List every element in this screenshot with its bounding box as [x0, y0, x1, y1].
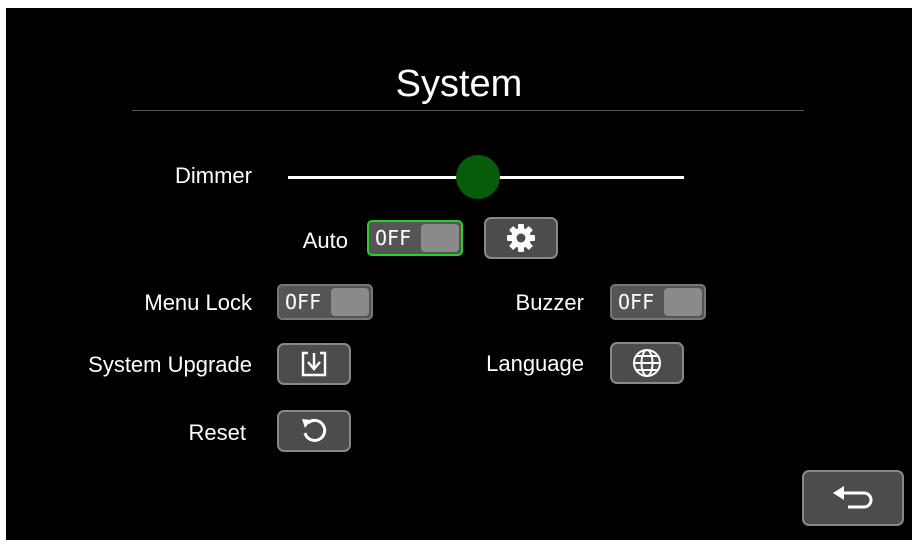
back-button[interactable]: [802, 470, 904, 526]
reset-label: Reset: [188, 420, 246, 445]
buzzer-toggle[interactable]: OFF: [610, 284, 706, 320]
globe-icon: [633, 349, 661, 377]
auto-label: Auto: [302, 228, 348, 253]
system-upgrade-button[interactable]: [277, 343, 351, 385]
buzzer-toggle-state: OFF: [618, 290, 655, 314]
buzzer-label: Buzzer: [515, 290, 584, 315]
language-label: Language: [486, 351, 584, 376]
refresh-icon: [302, 418, 327, 442]
auto-toggle-state: OFF: [375, 226, 412, 250]
buzzer-toggle-knob: [664, 288, 702, 316]
menu-lock-toggle-state: OFF: [285, 290, 322, 314]
back-arrow-icon: [833, 486, 873, 509]
menu-lock-toggle[interactable]: OFF: [277, 284, 373, 320]
title-divider: [132, 110, 804, 111]
reset-button[interactable]: [277, 410, 351, 452]
download-icon: [301, 351, 327, 377]
auto-settings-button[interactable]: [484, 217, 558, 259]
page-title: System: [395, 63, 523, 105]
system-upgrade-label: System Upgrade: [88, 352, 252, 377]
language-button[interactable]: [610, 342, 684, 384]
menu-lock-label: Menu Lock: [144, 290, 252, 315]
auto-toggle[interactable]: OFF: [367, 220, 463, 256]
menu-lock-toggle-knob: [331, 288, 369, 316]
gear-icon: [507, 224, 535, 252]
system-screen: System Dimmer Auto OFF Menu Lock OFF Buz…: [6, 8, 912, 540]
dimmer-slider-thumb[interactable]: [456, 155, 501, 199]
dimmer-label: Dimmer: [175, 163, 252, 188]
auto-toggle-knob: [421, 224, 459, 252]
